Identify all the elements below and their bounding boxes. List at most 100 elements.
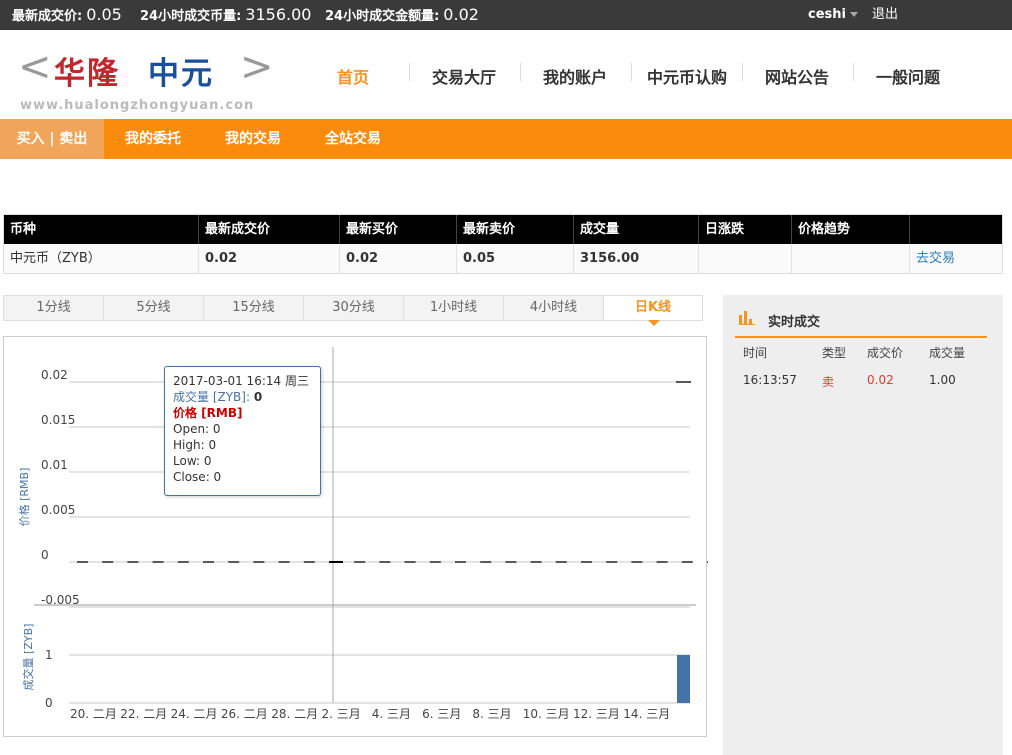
tab-30min[interactable]: 30分线	[304, 296, 404, 320]
tooltip-volume-value: 0	[253, 390, 263, 404]
chevron-down-icon	[849, 12, 858, 17]
col-last-price: 最新成交价	[198, 215, 270, 244]
tooltip-volume-label: 成交量 [ZYB]:	[173, 390, 251, 404]
sub-nav-bar: 买入 | 卖出 我的委托 我的交易 全站交易	[0, 119, 1012, 159]
logout-link[interactable]: 退出	[872, 0, 898, 30]
col-action	[909, 215, 916, 244]
kline-chart[interactable]: 0.02 0.015 0.01 0.005 0 -0.005 价格 [RMB] 1 0 成交量 […	[3, 336, 708, 737]
tab-15min[interactable]: 15分线	[204, 296, 304, 320]
nav-home[interactable]: 首页	[337, 64, 369, 87]
price-axis-label: 价格 [RMB]	[17, 468, 31, 527]
chart-tooltip: 2017-03-01 16:14 周三 成交量 [ZYB]: 0 价格 [RMB…	[164, 366, 321, 496]
x-tick-label: 22. 二月	[120, 707, 167, 721]
nav-divider	[853, 63, 854, 81]
x-tick-label: 12. 三月	[573, 707, 620, 721]
price-tick-label: 0	[41, 548, 49, 562]
logo-name-part2: 中元	[148, 56, 214, 92]
rt-col-price: 成交价	[867, 346, 904, 360]
rt-row-type: 卖	[822, 375, 835, 389]
go-trade-link[interactable]: 去交易	[909, 244, 955, 273]
timeframe-tabs: 1分线 5分线 15分线 30分线 1小时线 4小时线 日K线	[3, 295, 703, 326]
site-logo[interactable]: < 华隆 中元 > www.hualongzhongyuan.con	[18, 44, 280, 114]
username: ceshi	[808, 7, 846, 22]
nav-coin-subscription[interactable]: 中元币认购	[647, 64, 727, 87]
subnav-all-trades[interactable]: 全站交易	[325, 119, 381, 159]
realtime-title: 实时成交	[768, 315, 821, 330]
price-tick-label: 0.01	[41, 458, 68, 472]
volume-24h-label: 24小时成交币量:	[140, 9, 242, 24]
tooltip-date: 2017-03-01 16:14 周三	[173, 374, 309, 388]
rt-row-price: 0.02	[867, 373, 894, 387]
cell-daily-change	[698, 244, 705, 273]
volume-tick-label: 1	[45, 648, 53, 662]
nav-my-account[interactable]: 我的账户	[543, 64, 607, 87]
col-ask: 最新卖价	[456, 215, 515, 244]
tab-4hour[interactable]: 4小时线	[504, 296, 604, 320]
volume-24h-value: 3156.00	[245, 5, 312, 24]
nav-divider	[520, 63, 521, 81]
rt-col-type: 类型	[822, 346, 847, 360]
rt-row-amount: 1.00	[929, 373, 956, 387]
chart-canvas: 0.020.0150.010.0050-0.005价格 [RMB]10成交量 […	[17, 347, 708, 721]
last-price-label: 最新成交价:	[12, 9, 83, 24]
nav-faq[interactable]: 一般问题	[876, 64, 940, 87]
tab-1min[interactable]: 1分线	[4, 296, 104, 320]
last-price-value: 0.05	[86, 5, 122, 24]
x-tick-label: 24. 二月	[171, 707, 218, 721]
cell-last-price: 0.02	[198, 244, 237, 273]
x-tick-label: 28. 二月	[271, 707, 318, 721]
col-daily-change: 日涨跌	[698, 215, 744, 244]
x-tick-label: 2. 三月	[322, 707, 361, 721]
nav-trading-hall[interactable]: 交易大厅	[432, 64, 496, 87]
amount-24h-label: 24小时成交金额量:	[325, 9, 440, 24]
col-bid: 最新买价	[339, 215, 398, 244]
table-row: 中元币（ZYB） 0.02 0.02 0.05 3156.00 去交易	[4, 244, 1002, 273]
col-volume: 成交量	[573, 215, 619, 244]
volume-tick-label: 0	[45, 696, 53, 710]
tooltip-low: Low: 0	[173, 454, 212, 468]
site-header: < 华隆 中元 > www.hualongzhongyuan.con 首页 交易…	[0, 30, 1012, 119]
price-tick-label: 0.015	[41, 413, 75, 427]
x-tick-label: 26. 二月	[221, 707, 268, 721]
nav-announcements[interactable]: 网站公告	[765, 64, 829, 87]
nav-divider	[409, 63, 410, 81]
amount-24h-stat: 24小时成交金额量: 0.02	[325, 0, 479, 30]
tooltip-open: Open: 0	[173, 422, 221, 436]
table-header: 币种 最新成交价 最新买价 最新卖价 成交量 日涨跌 价格趋势	[4, 215, 1002, 244]
logo-right-bracket: >	[240, 44, 274, 90]
logo-name-part1: 华隆	[54, 56, 120, 92]
bar-chart-icon	[739, 311, 755, 325]
cell-ask: 0.05	[456, 244, 495, 273]
last-price-stat: 最新成交价: 0.05	[12, 0, 122, 30]
tab-daily-k[interactable]: 日K线	[604, 296, 702, 326]
rt-row-time: 16:13:57	[743, 373, 797, 387]
volume-24h-stat: 24小时成交币量: 3156.00	[140, 0, 311, 30]
col-trend: 价格趋势	[791, 215, 850, 244]
x-tick-label: 14. 三月	[623, 707, 670, 721]
subnav-buy-sell[interactable]: 买入 | 卖出	[0, 119, 104, 159]
amount-24h-value: 0.02	[443, 5, 479, 24]
x-tick-label: 20. 二月	[70, 707, 117, 721]
tooltip-close: Close: 0	[173, 470, 222, 484]
logo-left-bracket: <	[18, 44, 52, 90]
x-tick-label: 10. 三月	[523, 707, 570, 721]
top-stats-bar: 最新成交价: 0.05 24小时成交币量: 3156.00 24小时成交金额量: 0.…	[0, 0, 1012, 30]
title-underline	[735, 336, 987, 338]
cell-trend	[791, 244, 798, 273]
tab-1hour[interactable]: 1小时线	[404, 296, 504, 320]
x-tick-label: 6. 三月	[422, 707, 461, 721]
volume-axis-label: 成交量 [ZYB]	[21, 624, 35, 691]
nav-divider	[631, 63, 632, 81]
subnav-my-orders[interactable]: 我的委托	[125, 119, 181, 159]
market-table: 币种 最新成交价 最新买价 最新卖价 成交量 日涨跌 价格趋势 中元币（ZYB）…	[3, 214, 1003, 274]
subnav-my-trades[interactable]: 我的交易	[225, 119, 281, 159]
tooltip-high: High: 0	[173, 438, 217, 452]
tab-5min[interactable]: 5分线	[104, 296, 204, 320]
user-menu[interactable]: ceshi	[808, 0, 858, 30]
cell-bid: 0.02	[339, 244, 378, 273]
x-tick-label: 4. 三月	[372, 707, 411, 721]
volume-bar	[677, 655, 690, 703]
realtime-trades-panel: 实时成交 时间 类型 成交价 成交量 16:13:57 卖 0.02 1.00	[723, 295, 1003, 755]
price-tick-label: 0.02	[41, 368, 68, 382]
logo-url: www.hualongzhongyuan.con	[20, 98, 255, 113]
